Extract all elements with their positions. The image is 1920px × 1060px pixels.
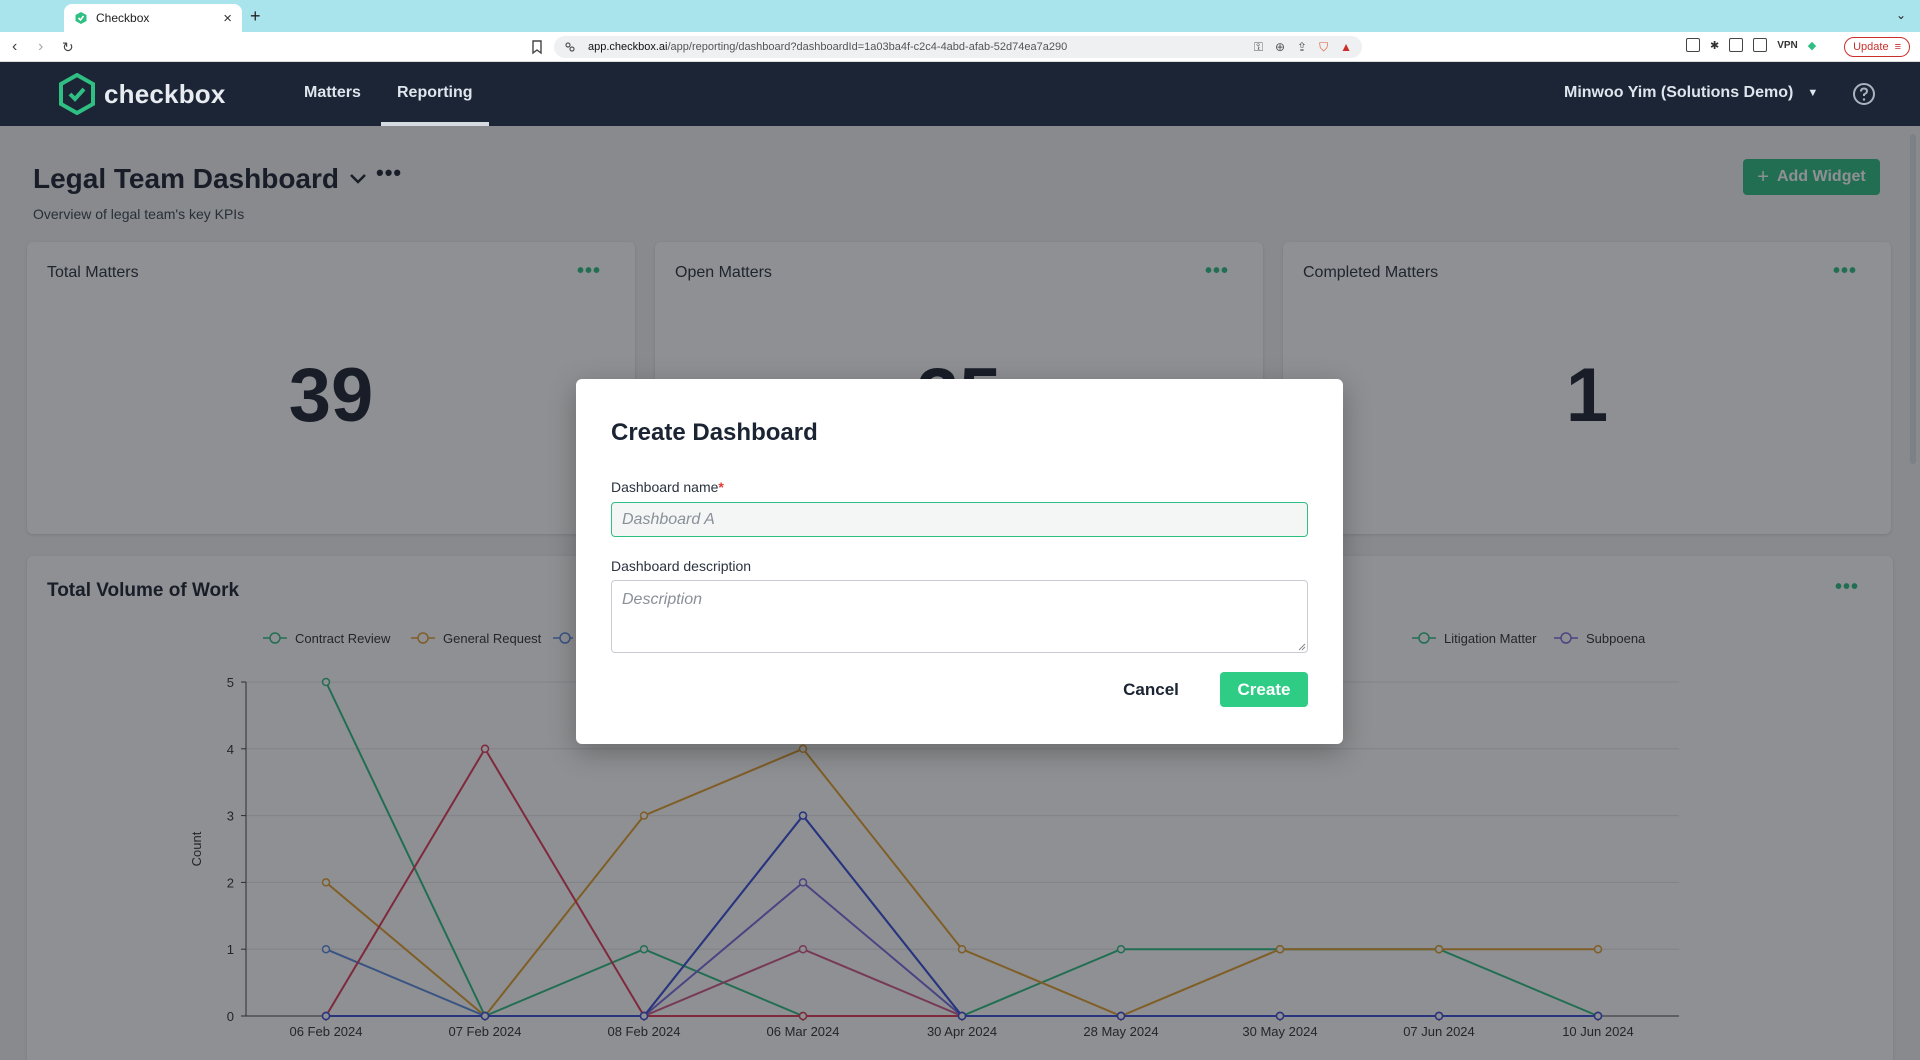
sidebar-icon[interactable]	[1729, 38, 1744, 52]
user-name: Minwoo Yim (Solutions Demo)	[1564, 84, 1794, 101]
app-header: checkbox Matters Reporting Minwoo Yim (S…	[0, 62, 1920, 126]
browser-toolbar: ‹ › ↻ app.checkbox.ai /app/reporting/das…	[0, 32, 1920, 62]
browser-tab[interactable]: Checkbox ×	[64, 4, 242, 32]
extension-icon[interactable]	[1686, 38, 1700, 52]
dashboard-name-label-text: Dashboard name	[611, 479, 719, 495]
key-icon[interactable]: ⚿	[1254, 40, 1263, 55]
site-settings-icon[interactable]	[564, 41, 576, 53]
nav-reporting[interactable]: Reporting	[397, 84, 473, 102]
share-icon[interactable]: ⇪	[1297, 40, 1307, 54]
cancel-button[interactable]: Cancel	[1116, 672, 1186, 707]
dashboard-name-input[interactable]	[611, 502, 1308, 537]
new-tab-icon[interactable]: +	[250, 6, 261, 26]
update-label: Update	[1853, 41, 1889, 53]
update-button[interactable]: Update ≡	[1844, 37, 1910, 57]
bookmark-icon[interactable]	[530, 39, 544, 55]
vpn-label[interactable]: VPN	[1777, 40, 1798, 51]
puzzle-icon[interactable]: ✱	[1710, 39, 1719, 52]
url-tools: ⚿ ⊕ ⇪ ⛉ ▲	[1254, 40, 1352, 55]
wallet-icon[interactable]	[1753, 38, 1768, 52]
checkbox-favicon-icon	[75, 12, 87, 24]
scrollbar-thumb[interactable]	[1910, 134, 1916, 464]
url-host: app.checkbox.ai	[588, 41, 668, 53]
extension-row: ✱ VPN ◆	[1686, 38, 1816, 52]
reload-icon[interactable]: ↻	[62, 37, 74, 57]
user-menu[interactable]: Minwoo Yim (Solutions Demo) ▼	[1564, 84, 1818, 102]
nav-matters[interactable]: Matters	[304, 84, 361, 102]
dashboard-name-label: Dashboard name*	[611, 479, 724, 495]
dashboard-description-input[interactable]	[611, 580, 1308, 653]
alert-icon[interactable]: ▲	[1340, 40, 1352, 54]
close-tab-icon[interactable]: ×	[223, 11, 232, 26]
modal-title: Create Dashboard	[611, 419, 818, 446]
create-button[interactable]: Create	[1220, 672, 1308, 707]
url-bar[interactable]: app.checkbox.ai /app/reporting/dashboard…	[554, 36, 1362, 58]
leaf-icon[interactable]: ◆	[1808, 39, 1816, 52]
dashboard-description-label: Dashboard description	[611, 558, 752, 574]
forward-icon[interactable]: ›	[38, 37, 43, 57]
checkbox-logo[interactable]: checkbox	[58, 73, 226, 115]
page-scrollbar[interactable]	[1906, 126, 1920, 1060]
checkbox-logo-icon	[59, 73, 95, 115]
browser-tabstrip: Checkbox × + ⌄	[0, 0, 1920, 32]
resize-grip-icon[interactable]	[1298, 643, 1306, 651]
browser-tab-title: Checkbox	[96, 11, 150, 25]
logo-text: checkbox	[104, 78, 226, 109]
back-icon[interactable]: ‹	[12, 37, 17, 57]
caret-down-icon: ▼	[1807, 87, 1819, 99]
create-dashboard-modal: Create Dashboard Dashboard name* Dashboa…	[576, 379, 1343, 744]
menu-icon: ≡	[1894, 41, 1901, 53]
zoom-icon[interactable]: ⊕	[1275, 40, 1285, 54]
shield-icon[interactable]: ⛉	[1319, 40, 1328, 55]
help-icon[interactable]	[1852, 82, 1876, 106]
required-mark: *	[718, 479, 724, 495]
url-path: /app/reporting/dashboard?dashboardId=1a0…	[667, 41, 1068, 53]
chevron-down-icon[interactable]: ⌄	[1896, 8, 1906, 22]
